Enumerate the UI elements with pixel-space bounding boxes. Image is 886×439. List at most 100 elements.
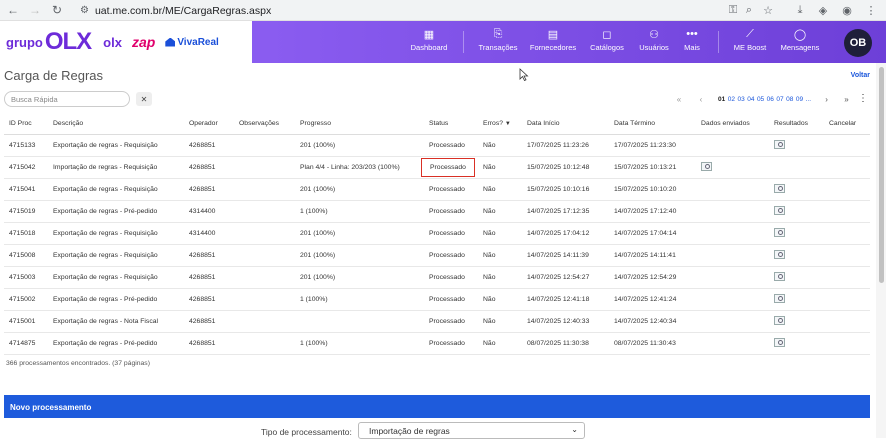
nav-fornecedores[interactable]: ▤ Fornecedores	[528, 27, 578, 59]
view-results-icon[interactable]	[774, 205, 785, 215]
cell-cancelar	[824, 156, 870, 179]
chart-icon: ⟋	[746, 27, 754, 40]
cell-operador: 4268851	[184, 156, 234, 179]
address-bar[interactable]: ⚙ uat.me.com.br/ME/CargaRegras.aspx	[80, 2, 271, 19]
forward-icon[interactable]: →	[24, 0, 46, 21]
table-row[interactable]: 4715042 Importação de regras - Requisição…	[4, 156, 870, 179]
col-progresso[interactable]: Progresso	[295, 114, 424, 135]
table-row[interactable]: 4715019 Exportação de regras - Pré-pedido…	[4, 200, 870, 223]
page-link[interactable]: 09	[796, 96, 803, 103]
status-highlight: Processado	[421, 157, 475, 177]
next-page-icon[interactable]: ›	[820, 93, 834, 106]
col-cancelar[interactable]: Cancelar	[824, 114, 870, 135]
cell-resultados	[769, 200, 824, 223]
page-link[interactable]: 06	[767, 96, 774, 103]
voltar-link[interactable]: Voltar	[851, 72, 870, 79]
cell-id: 4715133	[4, 134, 48, 157]
col-id-proc[interactable]: ID Proc	[4, 114, 48, 135]
table-row[interactable]: 4715002 Exportação de regras - Pré-pedido…	[4, 288, 870, 311]
col-data-inicio[interactable]: Data Início	[522, 114, 609, 135]
view-results-icon[interactable]	[774, 249, 785, 259]
reload-icon[interactable]: ↻	[46, 0, 68, 21]
page-link[interactable]: 03	[737, 96, 744, 103]
cell-erros: Não	[478, 200, 522, 223]
col-descricao[interactable]: Descrição	[48, 114, 184, 135]
col-operador[interactable]: Operador	[184, 114, 234, 135]
page-ellipsis[interactable]: ...	[806, 96, 811, 103]
table-row[interactable]: 4714875 Exportação de regras - Pré-pedido…	[4, 332, 870, 355]
brand-logos: grupo OLX olx zap VivaReal	[0, 21, 252, 63]
browser-menu-icon[interactable]: ⋮	[860, 0, 882, 21]
view-results-icon[interactable]	[774, 337, 785, 347]
site-settings-icon[interactable]: ⚙	[80, 5, 89, 16]
col-dados-enviados[interactable]: Dados enviados	[696, 114, 769, 135]
col-observacoes[interactable]: Observações	[234, 114, 295, 135]
nav-usuarios[interactable]: ⚇ Usuários	[637, 27, 671, 59]
page-link[interactable]: 05	[757, 96, 764, 103]
table-options-icon[interactable]: ⋮	[858, 93, 868, 104]
view-results-icon[interactable]	[774, 227, 785, 237]
last-page-icon[interactable]: »	[840, 93, 854, 106]
nav-mensagens[interactable]: ◯ Mensagens	[779, 27, 821, 59]
sort-down-icon: ▼	[504, 121, 511, 128]
view-results-icon[interactable]	[774, 271, 785, 281]
page-link[interactable]: 02	[728, 96, 735, 103]
cell-descricao: Exportação de regras - Requisição	[48, 266, 184, 289]
view-results-icon[interactable]	[774, 293, 785, 303]
prev-page-icon[interactable]: ‹	[694, 93, 708, 106]
view-data-icon[interactable]	[701, 161, 712, 171]
clear-search-button[interactable]: ✕	[136, 92, 152, 106]
back-icon[interactable]: ←	[2, 0, 24, 21]
nav-label: Fornecedores	[529, 43, 577, 52]
cell-observacoes	[234, 178, 295, 201]
nav-me-boost[interactable]: ⟋ ME Boost	[731, 27, 769, 59]
cell-erros: Não	[478, 310, 522, 333]
cell-progresso: 1 (100%)	[295, 200, 424, 223]
first-page-icon[interactable]: «	[672, 93, 686, 106]
cell-id: 4715041	[4, 178, 48, 201]
cell-data-inicio: 14/07/2025 17:04:12	[522, 222, 609, 245]
nav-transacoes[interactable]: ⎘ Transações	[478, 27, 518, 59]
extensions-icon[interactable]: ◈	[812, 0, 834, 21]
cell-descricao: Exportação de regras - Pré-pedido	[48, 200, 184, 223]
tipo-processamento-select[interactable]: Importação de regras ⌄	[358, 422, 585, 439]
view-results-icon[interactable]	[774, 139, 785, 149]
bookmark-star-icon[interactable]: ☆	[757, 0, 779, 21]
col-data-termino[interactable]: Data Término	[609, 114, 696, 135]
cell-data-inicio: 14/07/2025 12:41:18	[522, 288, 609, 311]
table-row[interactable]: 4715008 Exportação de regras - Requisição…	[4, 244, 870, 267]
profile-icon[interactable]: ◉	[836, 0, 858, 21]
cell-operador: 4268851	[184, 332, 234, 355]
cell-dados-enviados	[696, 134, 769, 157]
table-row[interactable]: 4715041 Exportação de regras - Requisição…	[4, 178, 870, 201]
page-scrollbar[interactable]	[876, 63, 886, 438]
table-row[interactable]: 4715001 Exportação de regras - Nota Fisca…	[4, 310, 870, 333]
search-input[interactable]: Busca Rápida	[4, 91, 130, 107]
table-row[interactable]: 4715003 Exportação de regras - Requisição…	[4, 266, 870, 289]
cell-descricao: Exportação de regras - Requisição	[48, 222, 184, 245]
cell-status: Processado	[424, 134, 478, 157]
page-link[interactable]: 04	[747, 96, 754, 103]
col-erros[interactable]: Erros? ▼	[478, 114, 522, 135]
page-link[interactable]: 07	[776, 96, 783, 103]
scrollbar-thumb[interactable]	[879, 67, 884, 283]
dashboard-icon: ▦	[423, 28, 435, 41]
view-results-icon[interactable]	[774, 315, 785, 325]
cell-dados-enviados	[696, 200, 769, 223]
nav-dashboard[interactable]: ▦ Dashboard	[410, 27, 448, 59]
table-row[interactable]: 4715018 Exportação de regras - Requisição…	[4, 222, 870, 245]
nav-label: Dashboard	[410, 43, 448, 52]
col-status[interactable]: Status	[424, 114, 478, 135]
download-icon[interactable]: ⤓	[789, 0, 811, 21]
table-row[interactable]: 4715133 Exportação de regras - Requisição…	[4, 134, 870, 157]
nav-mais[interactable]: ••• Mais	[680, 27, 704, 59]
nav-label: Mais	[684, 43, 700, 52]
col-resultados[interactable]: Resultados	[769, 114, 824, 135]
vivareal-text: VivaReal	[177, 36, 219, 48]
avatar[interactable]: OB	[844, 29, 872, 57]
page-link[interactable]: 08	[786, 96, 793, 103]
nav-catalogos[interactable]: ◻ Catálogos	[588, 27, 626, 59]
cell-id: 4715018	[4, 222, 48, 245]
page-link[interactable]: 01	[718, 96, 725, 103]
view-results-icon[interactable]	[774, 183, 785, 193]
